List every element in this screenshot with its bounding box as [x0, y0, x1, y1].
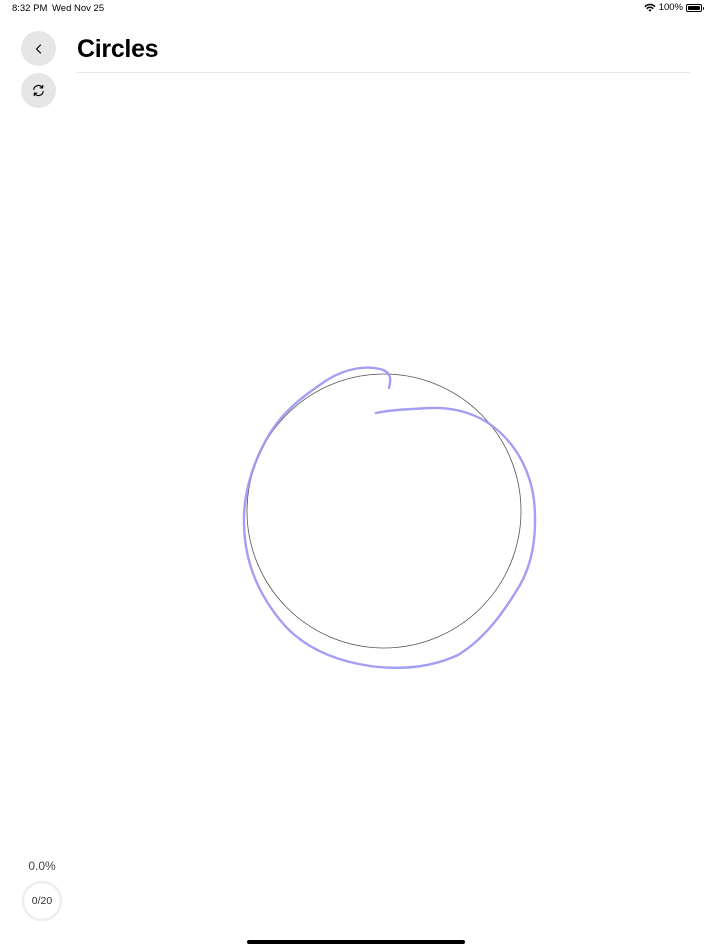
user-stroke	[242, 366, 537, 670]
progress-count: 0/20	[31, 895, 53, 907]
score-percent: 0.0%	[28, 859, 56, 873]
target-circle	[246, 373, 522, 649]
circles-screen: 8:32 PM Wed Nov 25 100% Circles 0.0% 0/2…	[0, 0, 712, 950]
drawing-canvas[interactable]	[0, 0, 712, 950]
home-indicator[interactable]	[247, 940, 465, 944]
